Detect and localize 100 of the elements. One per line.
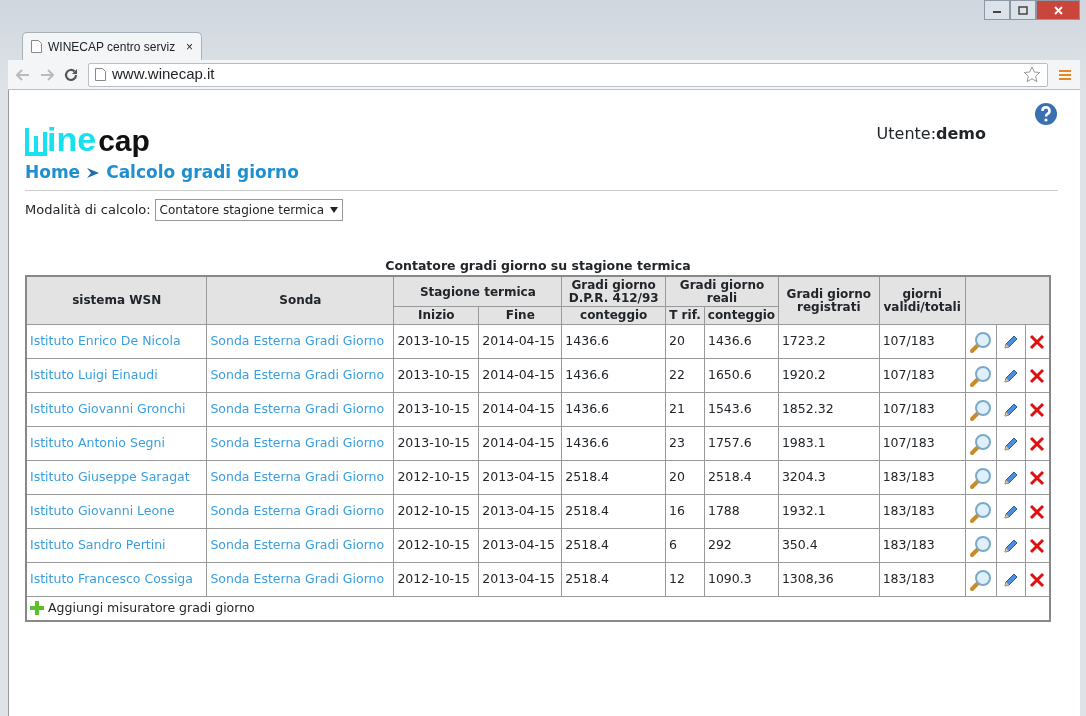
maximize-button[interactable] (1010, 0, 1036, 20)
table-cell: 1650.6 (704, 358, 779, 393)
table-cell: 183/183 (879, 562, 966, 597)
minimize-button[interactable] (984, 0, 1010, 20)
add-link[interactable]: Aggiungi misuratore gradi giorno (48, 598, 255, 618)
caret-icon (330, 206, 339, 213)
table-cell: 2013-10-15 (393, 324, 479, 359)
table-cell: 2518.4 (561, 494, 666, 529)
help-icon[interactable] (1034, 102, 1058, 126)
user-label: Utente:demo (876, 123, 986, 145)
delete-icon[interactable] (1029, 401, 1046, 418)
table-cell: 2012-10-15 (393, 528, 479, 563)
table-cell: 2012-10-15 (393, 562, 479, 597)
system-link[interactable]: Istituto Francesco Cossiga (26, 562, 207, 597)
delete-icon[interactable] (1029, 571, 1046, 588)
table-caption: Contatore gradi giorno su stagione termica (385, 257, 691, 273)
pencil-icon[interactable] (1002, 435, 1019, 452)
probe-link[interactable]: Sonda Esterna Gradi Giorno (206, 426, 394, 461)
table-cell: 2012-10-15 (393, 494, 479, 529)
probe-link[interactable]: Sonda Esterna Gradi Giorno (206, 494, 394, 529)
browser-tab[interactable]: WINECAP centro serviz × (22, 32, 202, 60)
probe-link[interactable]: Sonda Esterna Gradi Giorno (206, 460, 394, 495)
logo: inecap (25, 94, 150, 156)
system-link[interactable]: Istituto Antonio Segni (26, 426, 207, 461)
table-cell: 107/183 (879, 392, 966, 427)
table-cell: 1920.2 (778, 358, 880, 393)
close-button[interactable] (1036, 0, 1080, 20)
table-cell: 2518.4 (561, 460, 666, 495)
table-cell: 20 (665, 324, 705, 359)
system-link[interactable]: Istituto Sandro Pertini (26, 528, 207, 563)
mode-label: Modalità di calcolo: (25, 200, 151, 219)
magnifier-icon[interactable] (968, 397, 993, 422)
table-cell: 23 (665, 426, 705, 461)
table-cell: 2518.4 (561, 528, 666, 563)
probe-link[interactable]: Sonda Esterna Gradi Giorno (206, 358, 394, 393)
magnifier-icon[interactable] (968, 363, 993, 388)
table-cell: 2013-04-15 (478, 494, 562, 529)
table-cell: 1436.6 (704, 324, 779, 359)
pencil-icon[interactable] (1002, 333, 1019, 350)
table-cell: 22 (665, 358, 705, 393)
magnifier-icon[interactable] (968, 465, 993, 490)
table-cell: 3204.3 (778, 460, 880, 495)
table-cell: 2014-04-15 (478, 426, 562, 461)
table-cell: 2013-04-15 (478, 562, 562, 597)
system-link[interactable]: Istituto Giovanni Leone (26, 494, 207, 529)
table-cell: 2014-04-15 (478, 392, 562, 427)
page-icon (95, 68, 106, 81)
delete-icon[interactable] (1029, 537, 1046, 554)
system-link[interactable]: Istituto Giuseppe Saragat (26, 460, 207, 495)
column-header: Gradi giorno registrati (778, 276, 880, 325)
table-cell: 107/183 (879, 324, 966, 359)
address-bar[interactable]: www.winecap.it (88, 62, 1048, 87)
probe-link[interactable]: Sonda Esterna Gradi Giorno (206, 324, 394, 359)
star-icon[interactable] (1023, 66, 1041, 83)
table-cell: 183/183 (879, 494, 966, 529)
column-header: Gradi giorno reali (665, 276, 779, 307)
table-cell: 6 (665, 528, 705, 563)
maximize-icon (1018, 5, 1028, 15)
reload-icon[interactable] (64, 67, 78, 82)
table-cell: 1308,36 (778, 562, 880, 597)
delete-icon[interactable] (1029, 333, 1046, 350)
pencil-icon[interactable] (1002, 571, 1019, 588)
magnifier-icon[interactable] (968, 329, 993, 354)
magnifier-icon[interactable] (968, 431, 993, 456)
magnifier-icon[interactable] (968, 567, 993, 592)
table-cell: 1757.6 (704, 426, 779, 461)
tab-close-button[interactable]: × (186, 37, 193, 56)
column-header: giorni validi/totali (879, 276, 966, 325)
table-cell: 183/183 (879, 460, 966, 495)
table-cell: 1723.2 (778, 324, 880, 359)
pencil-icon[interactable] (1002, 537, 1019, 554)
pencil-icon[interactable] (1002, 401, 1019, 418)
system-link[interactable]: Istituto Enrico De Nicola (26, 324, 207, 359)
delete-icon[interactable] (1029, 367, 1046, 384)
delete-icon[interactable] (1029, 503, 1046, 520)
table-cell: 1090.3 (704, 562, 779, 597)
table-cell: 350.4 (778, 528, 880, 563)
mode-dropdown[interactable]: Contatore stagione termica (154, 198, 344, 221)
probe-link[interactable]: Sonda Esterna Gradi Giorno (206, 562, 394, 597)
column-header: Gradi giorno D.P.R. 412/93 (561, 276, 666, 307)
pencil-icon[interactable] (1002, 367, 1019, 384)
table-cell: 16 (665, 494, 705, 529)
magnifier-icon[interactable] (968, 499, 993, 524)
pencil-icon[interactable] (1002, 503, 1019, 520)
column-header: sistema WSN (26, 276, 207, 325)
system-link[interactable]: Istituto Giovanni Gronchi (26, 392, 207, 427)
delete-icon[interactable] (1029, 435, 1046, 452)
column-header: Sonda (206, 276, 394, 325)
table-cell: 1436.6 (561, 426, 666, 461)
page-icon (31, 40, 42, 53)
probe-link[interactable]: Sonda Esterna Gradi Giorno (206, 392, 394, 427)
table-cell: 1543.6 (704, 392, 779, 427)
delete-icon[interactable] (1029, 469, 1046, 486)
magnifier-icon[interactable] (968, 533, 993, 558)
page-title: Calcolo gradi giorno (106, 161, 299, 184)
pencil-icon[interactable] (1002, 469, 1019, 486)
table-cell: 1932.1 (778, 494, 880, 529)
system-link[interactable]: Istituto Luigi Einaudi (26, 358, 207, 393)
breadcrumb-link[interactable]: Home (25, 160, 81, 186)
probe-link[interactable]: Sonda Esterna Gradi Giorno (206, 528, 394, 563)
